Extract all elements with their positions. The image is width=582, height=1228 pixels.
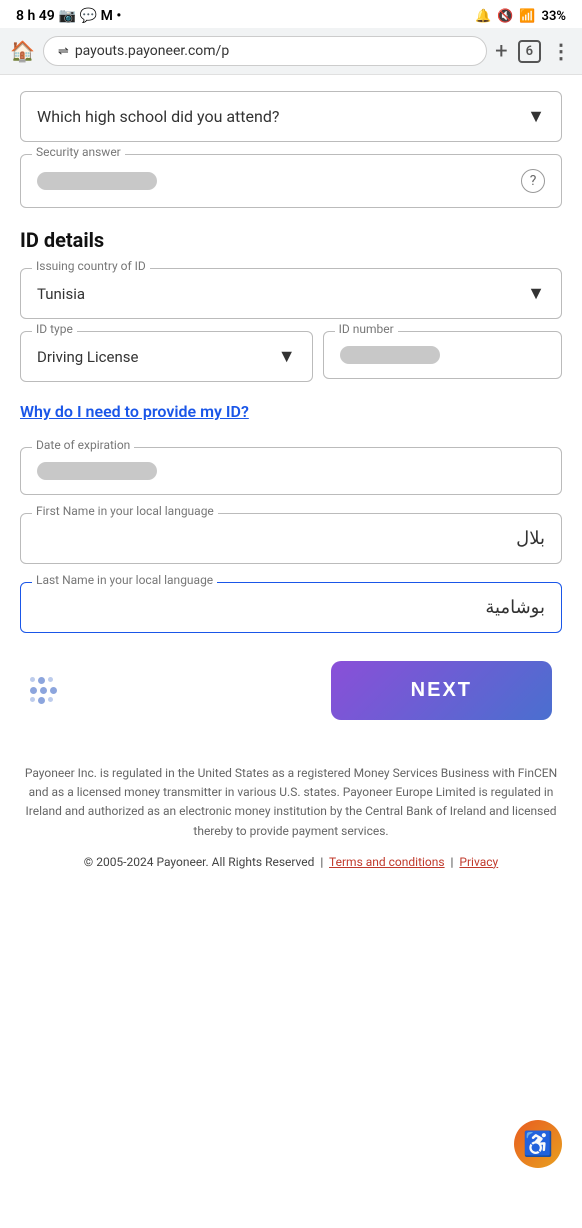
security-answer-group: Security answer ? [20,154,562,208]
site-icon: ⇌ [58,44,69,59]
id-type-group: ID type Driving License ▼ [20,331,313,382]
dot-4 [30,687,37,694]
first-name-local-value: بلال [516,528,545,549]
help-icon[interactable]: ? [521,169,545,193]
date-expiration-group: Date of expiration [20,447,562,495]
first-name-local-group: First Name in your local language بلال [20,513,562,564]
copyright-text: © 2005-2024 Payoneer. All Rights Reserve… [84,855,315,869]
id-number-label: ID number [335,322,398,336]
status-time: 8 h 49 [16,8,55,24]
dot-7 [30,697,35,702]
id-type-label: ID type [32,322,77,336]
footer-disclaimer: Payoneer Inc. is regulated in the United… [20,764,562,841]
button-row: NEXT [20,661,562,720]
last-name-local-group: Last Name in your local language بوشامية [20,582,562,633]
id-type-number-row: ID type Driving License ▼ ID number [20,331,562,382]
security-question-label: Which high school did you attend? [37,107,279,126]
dot-9 [48,697,53,702]
browser-actions: + 6 ⋮ [495,39,572,64]
dot-6 [50,687,57,694]
privacy-link[interactable]: Privacy [459,855,498,869]
accessibility-icon: ♿ [523,1130,553,1158]
issuing-country-value: Tunisia [37,285,85,303]
issuing-country-label: Issuing country of ID [32,259,150,273]
security-question-dropdown[interactable]: Which high school did you attend? ▼ [20,91,562,142]
last-name-local-value: بوشامية [485,597,545,618]
status-time-area: 8 h 49 📷 💬 M • [16,8,121,24]
dot-5 [40,687,47,694]
main-content: Which high school did you attend? ▼ Secu… [0,91,582,720]
dot-1 [30,677,35,682]
id-details-heading: ID details [20,228,562,252]
home-icon[interactable]: 🏠 [10,39,35,63]
alarm-icon: 🔔 [475,9,491,24]
new-tab-icon[interactable]: + [495,39,507,64]
tab-count[interactable]: 6 [518,40,541,63]
date-expiration-placeholder [37,462,157,480]
battery-text: 33% [542,9,566,24]
payoneer-logo [30,677,57,704]
address-bar[interactable]: ⇌ payouts.payoneer.com/p [43,36,487,66]
issuing-country-select[interactable]: Tunisia ▼ [20,268,562,319]
last-name-local-input[interactable]: بوشامية [20,582,562,633]
dot-3 [48,677,53,682]
id-number-placeholder [340,346,440,364]
id-number-group: ID number [323,331,562,382]
mute-icon: 🔇 [497,9,513,24]
issuing-country-group: Issuing country of ID Tunisia ▼ [20,268,562,319]
first-name-local-input[interactable]: بلال [20,513,562,564]
more-options-icon[interactable]: ⋮ [551,39,572,63]
wifi-icon: 📶 [519,9,535,24]
status-icons: 📷 💬 M • [59,8,122,24]
date-expiration-label: Date of expiration [32,438,134,452]
dot-8 [38,697,45,704]
dot-2 [38,677,45,684]
status-bar: 8 h 49 📷 💬 M • 🔔 🔇 📶 33% [0,0,582,28]
id-type-value: Driving License [37,348,138,366]
accessibility-button[interactable]: ♿ [514,1120,562,1168]
id-number-input[interactable] [323,331,562,379]
security-answer-label: Security answer [32,145,125,159]
security-answer-placeholder [37,172,157,190]
id-type-dropdown-arrow-icon: ▼ [278,346,296,367]
first-name-local-label: First Name in your local language [32,504,218,518]
security-answer-input[interactable]: ? [20,154,562,208]
dropdown-arrow-icon: ▼ [527,106,545,127]
footer: Payoneer Inc. is regulated in the United… [0,744,582,888]
status-right-icons: 🔔 🔇 📶 33% [475,9,566,24]
footer-copyright: © 2005-2024 Payoneer. All Rights Reserve… [20,853,562,872]
next-button[interactable]: NEXT [331,661,552,720]
id-type-select[interactable]: Driving License ▼ [20,331,313,382]
country-dropdown-arrow-icon: ▼ [527,283,545,304]
browser-bar: 🏠 ⇌ payouts.payoneer.com/p + 6 ⋮ [0,28,582,75]
why-id-link[interactable]: Why do I need to provide my ID? [20,402,249,421]
date-expiration-input[interactable] [20,447,562,495]
last-name-local-label: Last Name in your local language [32,573,217,587]
terms-link[interactable]: Terms and conditions [329,855,445,869]
url-text[interactable]: payouts.payoneer.com/p [75,43,472,59]
